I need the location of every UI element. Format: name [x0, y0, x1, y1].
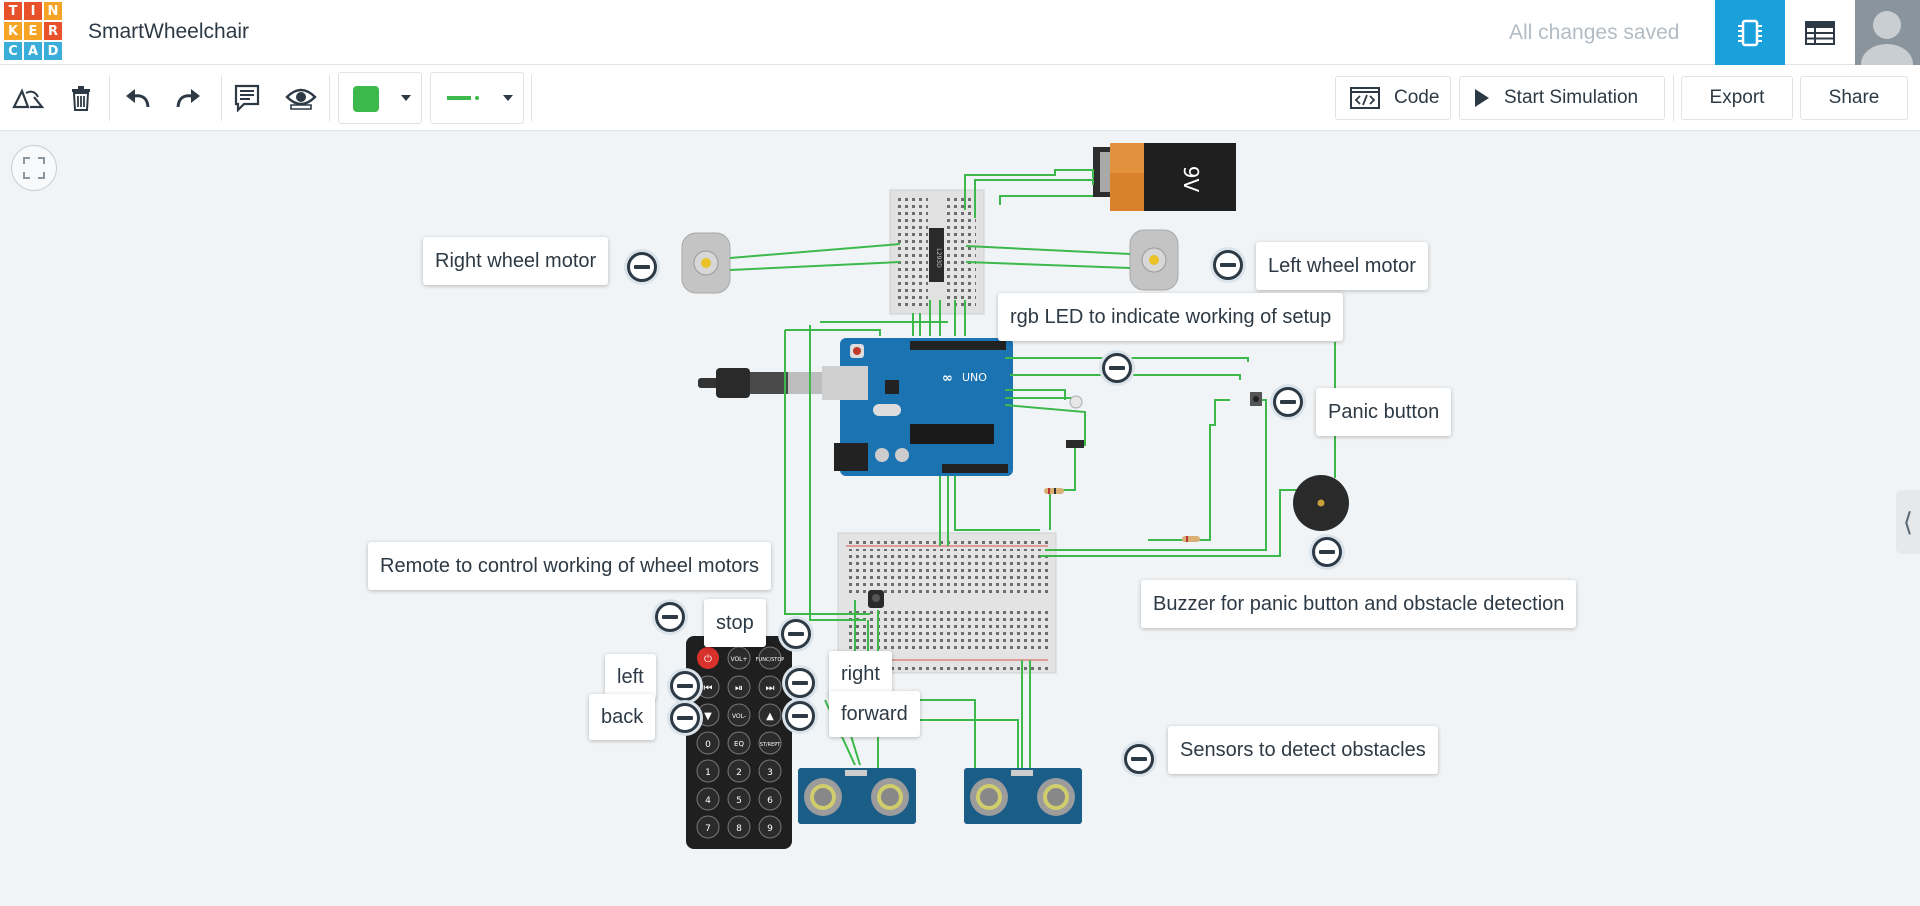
- collapse-note-button[interactable]: [781, 619, 811, 649]
- battery-9v[interactable]: 9V: [1093, 143, 1236, 211]
- svg-text:9: 9: [767, 824, 773, 834]
- arduino-uno-board[interactable]: ∞ UNO: [822, 338, 1013, 476]
- remote-key: VOL+: [727, 646, 751, 670]
- remote-key: ⏯: [727, 675, 751, 699]
- collapse-note-button[interactable]: [1312, 537, 1342, 567]
- svg-text:2: 2: [736, 768, 742, 778]
- collapse-note-button[interactable]: [785, 668, 815, 698]
- svg-text:⏯: ⏯: [735, 683, 743, 694]
- remote-key: 9: [758, 815, 782, 839]
- remote-key: ▼: [696, 703, 720, 727]
- note-text: back: [601, 705, 644, 728]
- remote-key: 3: [758, 759, 782, 783]
- collapse-note-button[interactable]: [1124, 744, 1154, 774]
- svg-text:∞: ∞: [942, 371, 953, 386]
- note-text: Buzzer for panic button and obstacle det…: [1153, 592, 1565, 615]
- right-wheel-motor[interactable]: [681, 232, 731, 294]
- remote-key: 5: [727, 787, 751, 811]
- svg-text:5: 5: [736, 796, 742, 806]
- motor-driver-chip[interactable]: L293D: [929, 228, 944, 282]
- remote-key: 8: [727, 815, 751, 839]
- collapse-note-button[interactable]: [627, 252, 657, 282]
- slide-switch[interactable]: [1066, 440, 1084, 448]
- left-wheel-motor[interactable]: [1129, 229, 1179, 291]
- ir-receiver[interactable]: [868, 590, 884, 608]
- svg-text:▼: ▼: [704, 711, 712, 722]
- collapse-note-button[interactable]: [1213, 250, 1243, 280]
- collapse-note-button[interactable]: [785, 701, 815, 731]
- panic-pushbutton[interactable]: [1250, 392, 1262, 406]
- note-rgb-led[interactable]: rgb LED to indicate working of setup: [998, 293, 1344, 341]
- remote-key: ST/REPT: [758, 731, 782, 755]
- note-forward[interactable]: forward: [829, 691, 920, 737]
- svg-text:⏭: ⏭: [766, 683, 775, 694]
- remote-key: VOL-: [727, 703, 751, 727]
- remote-key: 6: [758, 787, 782, 811]
- resistor[interactable]: [1182, 536, 1200, 542]
- note-sensors[interactable]: Sensors to detect obstacles: [1168, 726, 1438, 774]
- note-left-wheel-motor[interactable]: Left wheel motor: [1256, 242, 1428, 290]
- svg-text:L293D: L293D: [935, 248, 942, 268]
- remote-key: ⏭: [758, 675, 782, 699]
- note-text: Remote to control working of wheel motor…: [380, 554, 760, 577]
- note-stop[interactable]: stop: [704, 599, 766, 647]
- remote-key: 1: [696, 759, 720, 783]
- note-text: Left wheel motor: [1268, 254, 1416, 277]
- remote-key: 4: [696, 787, 720, 811]
- remote-key: 7: [696, 815, 720, 839]
- remote-key: 2: [727, 759, 751, 783]
- collapse-note-button[interactable]: [655, 602, 685, 632]
- resistor[interactable]: [1044, 488, 1064, 494]
- usb-cable: [698, 368, 822, 398]
- collapse-note-button[interactable]: [670, 671, 700, 701]
- svg-text:ST/REPT: ST/REPT: [760, 742, 782, 748]
- remote-power-key: ⏻: [697, 647, 719, 669]
- note-text: rgb LED to indicate working of setup: [1010, 305, 1332, 328]
- svg-text:EQ: EQ: [734, 740, 744, 748]
- ultrasonic-sensor[interactable]: [964, 768, 1082, 824]
- note-text: Right wheel motor: [435, 249, 597, 272]
- remote-key: EQ: [727, 731, 751, 755]
- collapse-note-button[interactable]: [1102, 353, 1132, 383]
- svg-text:FUNC/STOP: FUNC/STOP: [756, 657, 785, 663]
- collapse-note-button[interactable]: [670, 703, 700, 733]
- collapse-note-button[interactable]: [1273, 387, 1303, 417]
- svg-text:8: 8: [736, 824, 742, 834]
- remote-key: ⏮: [696, 675, 720, 699]
- remote-key: ▲: [758, 703, 782, 727]
- svg-text:⏻: ⏻: [704, 654, 712, 665]
- svg-text:VOL-: VOL-: [732, 713, 746, 720]
- note-text: left: [617, 665, 644, 688]
- svg-text:0: 0: [705, 740, 711, 750]
- note-right-wheel-motor[interactable]: Right wheel motor: [423, 237, 609, 285]
- rgb-led[interactable]: [1069, 395, 1083, 409]
- wires: [729, 169, 1336, 775]
- battery-label: 9V: [1179, 166, 1203, 193]
- svg-text:⏮: ⏮: [704, 683, 713, 694]
- ultrasonic-sensor[interactable]: [798, 768, 916, 824]
- note-remote[interactable]: Remote to control working of wheel motor…: [368, 542, 772, 590]
- circuit-diagram: L293D 9V ∞ UNO ⏻ VOL+ FUNC/STOP ⏮ ⏯ ⏭ ▼ …: [681, 143, 1349, 849]
- svg-text:1: 1: [705, 768, 711, 778]
- note-text: Sensors to detect obstacles: [1180, 738, 1426, 761]
- note-text: stop: [716, 611, 754, 634]
- note-text: forward: [841, 702, 908, 725]
- note-panic-button[interactable]: Panic button: [1316, 388, 1452, 436]
- svg-text:4: 4: [705, 796, 711, 806]
- svg-text:6: 6: [767, 796, 773, 806]
- svg-text:3: 3: [767, 768, 773, 778]
- svg-text:▲: ▲: [766, 711, 774, 722]
- note-buzzer[interactable]: Buzzer for panic button and obstacle det…: [1141, 580, 1577, 628]
- remote-key: 0: [696, 731, 720, 755]
- svg-text:7: 7: [705, 824, 711, 834]
- note-text: right: [841, 662, 880, 685]
- note-text: Panic button: [1328, 400, 1440, 423]
- svg-text:UNO: UNO: [962, 371, 987, 384]
- svg-text:VOL+: VOL+: [730, 656, 747, 663]
- note-back[interactable]: back: [589, 694, 656, 740]
- ir-remote[interactable]: ⏻ VOL+ FUNC/STOP ⏮ ⏯ ⏭ ▼ VOL- ▲ 0 EQ ST/…: [686, 636, 792, 849]
- piezo-buzzer[interactable]: [1293, 475, 1349, 531]
